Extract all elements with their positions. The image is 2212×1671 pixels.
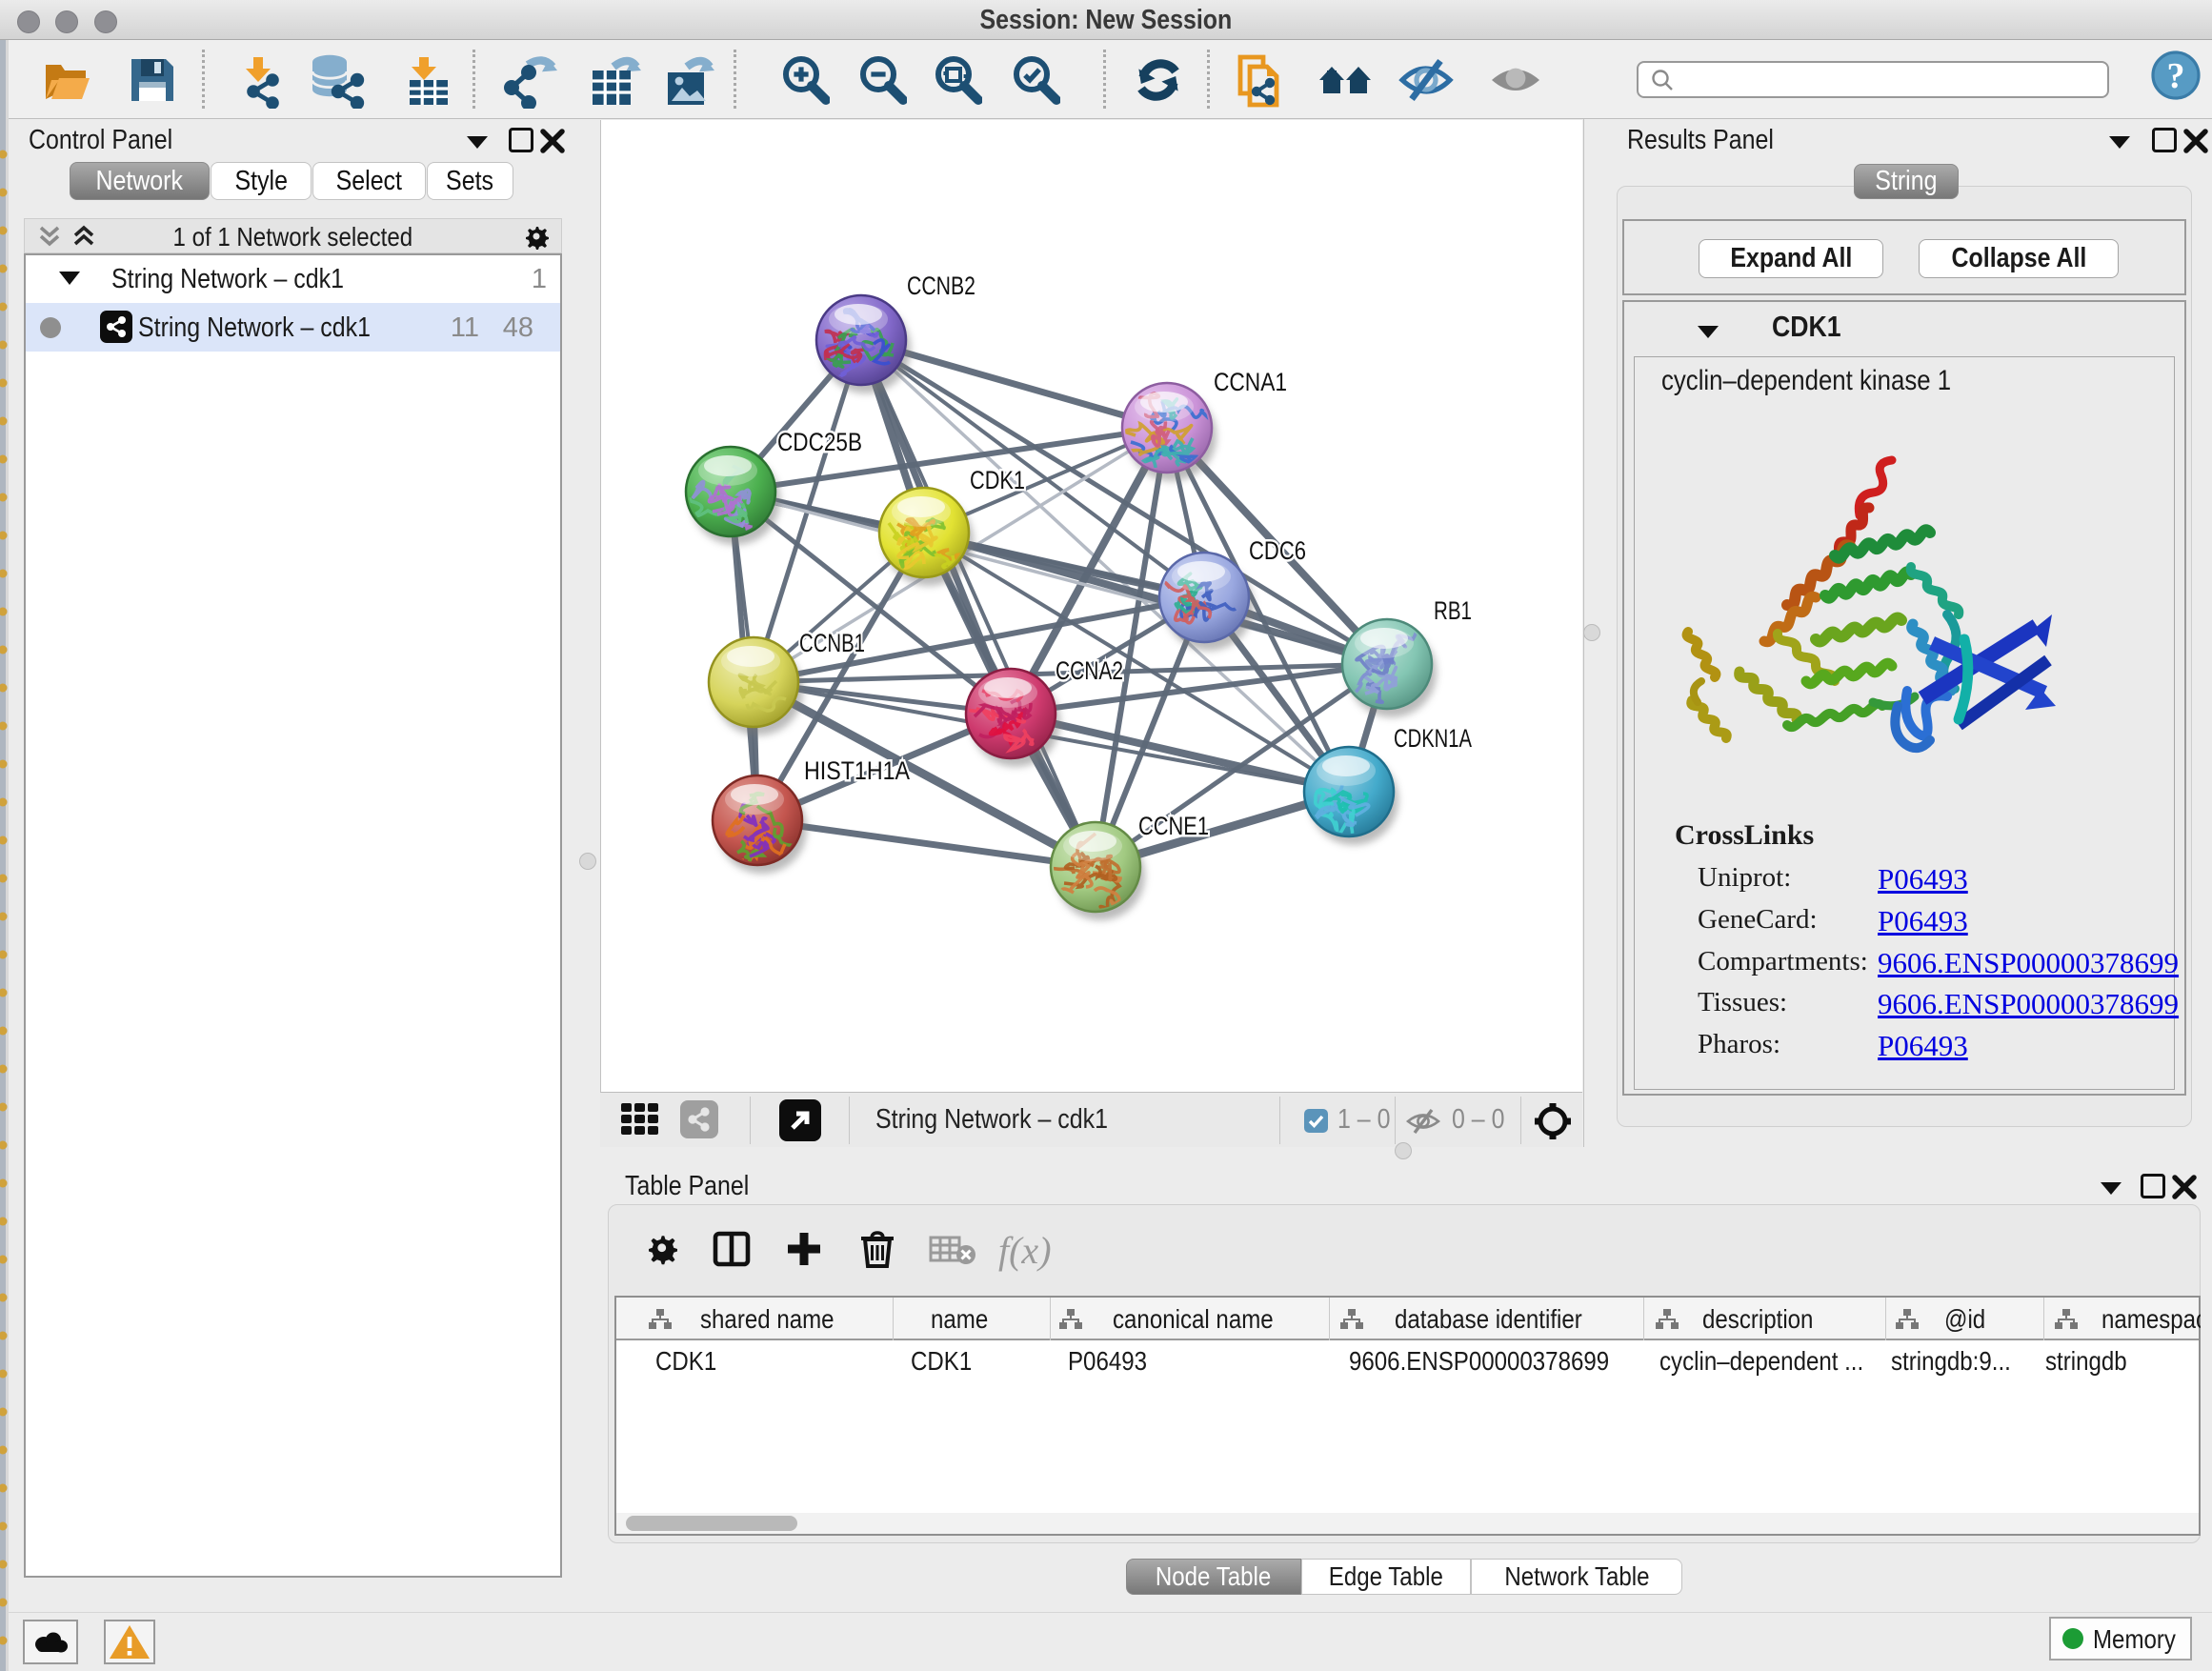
svg-text:CDK1: CDK1 xyxy=(970,466,1025,494)
svg-text:CCNA2: CCNA2 xyxy=(1056,656,1123,685)
svg-text:CCNB1: CCNB1 xyxy=(799,629,865,657)
svg-text:CCNE1: CCNE1 xyxy=(1138,812,1209,840)
svg-text:RB1: RB1 xyxy=(1434,596,1472,625)
svg-text:?: ? xyxy=(2167,56,2185,96)
svg-text:CCNB2: CCNB2 xyxy=(907,272,975,300)
svg-text:CDC25B: CDC25B xyxy=(777,428,862,456)
svg-text:CCNA1: CCNA1 xyxy=(1214,368,1287,396)
svg-text:CDKN1A: CDKN1A xyxy=(1394,724,1472,753)
svg-text:HIST1H1A: HIST1H1A xyxy=(804,756,910,785)
svg-text:CDC6: CDC6 xyxy=(1249,536,1306,565)
